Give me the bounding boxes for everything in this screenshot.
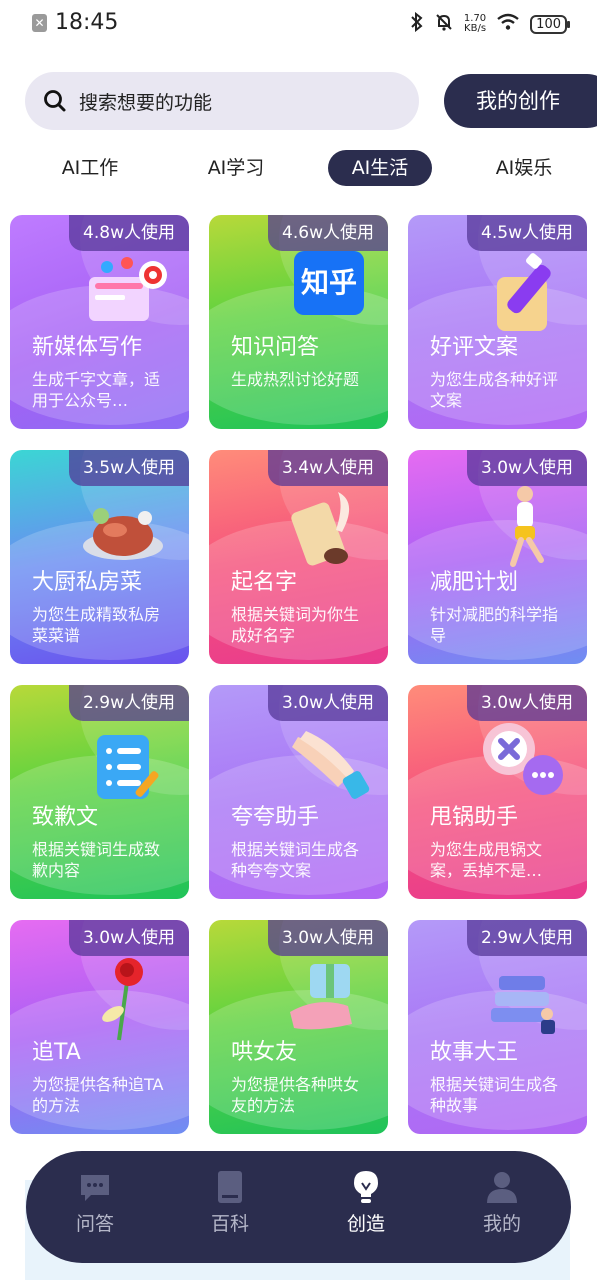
card-desc: 生成热烈讨论好题 (231, 370, 360, 389)
usage-badge: 3.0w人使用 (467, 450, 587, 486)
card-praise-assistant[interactable]: 3.0w人使用 夸夸助手 根据关键词生成各种夸夸文案 (209, 685, 388, 899)
card-desc: 为您生成各种好评文案 (430, 370, 559, 410)
nav-label: 创造 (346, 1213, 385, 1235)
tab-ai-work[interactable]: AI工作 (40, 150, 140, 186)
tab-ai-life[interactable]: AI生活 (328, 150, 432, 186)
usage-badge: 3.0w人使用 (268, 685, 388, 721)
card-desc: 根据关键词生成各种故事 (430, 1075, 559, 1115)
card-story-king[interactable]: 2.9w人使用 故事大王 根据关键词生成各种故事 (408, 920, 587, 1134)
usage-badge: 4.5w人使用 (467, 215, 587, 251)
card-desc: 生成千字文章，适用于公众号… (32, 370, 161, 410)
rose-icon (102, 958, 143, 1041)
wifi-icon (496, 13, 520, 35)
nav-label: 问答 (75, 1213, 114, 1235)
usage-badge: 3.0w人使用 (467, 685, 587, 721)
gift-hand-icon (290, 964, 352, 1030)
search-icon (44, 90, 66, 112)
roast-chicken-icon (83, 508, 163, 560)
status-bar: ✕ 18:45 1.70 KB/s 100 (0, 0, 597, 48)
usage-badge: 3.5w人使用 (69, 450, 189, 486)
card-title: 减肥计划 (430, 570, 519, 595)
battery-icon: 100 (530, 14, 570, 34)
nav-label: 百科 (210, 1213, 249, 1235)
card-desc: 根据关键词生成各种夸夸文案 (231, 840, 360, 880)
nav-item-mine[interactable]: 我的 (447, 1169, 557, 1236)
book-icon (218, 1171, 242, 1203)
card-desc: 根据关键词为你生成好名字 (231, 605, 360, 645)
usage-badge: 2.9w人使用 (69, 685, 189, 721)
tab-ai-study[interactable]: AI学习 (186, 150, 286, 186)
usage-badge: 3.0w人使用 (69, 920, 189, 956)
chat-bubble-x-icon (483, 723, 563, 795)
card-title: 起名字 (231, 570, 298, 595)
running-person-icon (510, 486, 544, 567)
nav-item-qa[interactable]: 问答 (40, 1169, 150, 1236)
card-title: 夸夸助手 (231, 805, 320, 830)
tab-ai-entertainment[interactable]: AI娱乐 (474, 150, 574, 186)
card-desc: 根据关键词生成致歉内容 (32, 840, 161, 880)
card-desc: 为您生成甩锅文案，丢掉不是… (430, 840, 543, 880)
card-chef-recipes[interactable]: 3.5w人使用 大厨私房菜 为您生成精致私房菜菜谱 (10, 450, 189, 664)
card-naming[interactable]: 3.4w人使用 起名字 根据关键词为你生成好名字 (209, 450, 388, 664)
card-good-review[interactable]: 4.5w人使用 好评文案 为您生成各种好评文案 (408, 215, 587, 429)
card-title: 好评文案 (430, 335, 519, 360)
search-placeholder: 搜索想要的功能 (79, 91, 213, 114)
lightbulb-icon (354, 1171, 378, 1203)
card-blame-shift[interactable]: 3.0w人使用 甩锅助手 为您生成甩锅文案，丢掉不是… (408, 685, 587, 899)
card-weight-loss[interactable]: 3.0w人使用 减肥计划 针对减肥的科学指导 (408, 450, 587, 664)
card-apology[interactable]: 2.9w人使用 致歉文 根据关键词生成致歉内容 (10, 685, 189, 899)
bottom-nav: 问答 百科 创造 我的 (26, 1151, 571, 1263)
my-creations-button[interactable]: 我的创作 (444, 74, 597, 128)
card-desc: 为您生成精致私房菜菜谱 (32, 605, 161, 645)
card-title: 致歉文 (32, 805, 99, 830)
bluetooth-icon (410, 11, 424, 36)
status-time: 18:45 (55, 10, 119, 35)
nav-item-create[interactable]: 创造 (311, 1169, 421, 1236)
card-title: 大厨私房菜 (32, 570, 143, 595)
usage-badge: 3.0w人使用 (268, 920, 388, 956)
card-desc: 针对减肥的科学指导 (430, 605, 559, 645)
usage-badge: 4.6w人使用 (268, 215, 388, 251)
usage-badge: 4.8w人使用 (69, 215, 189, 251)
card-pursue-ta[interactable]: 3.0w人使用 追TA 为您提供各种追TA的方法 (10, 920, 189, 1134)
network-speed: 1.70 KB/s (463, 13, 487, 34)
card-title: 追TA (32, 1040, 81, 1065)
card-title: 新媒体写作 (32, 335, 143, 360)
clapping-hands-icon (292, 731, 370, 799)
category-tabs: AI工作 AI学习 AI生活 AI娱乐 (0, 150, 597, 186)
pen-icon (497, 253, 551, 331)
card-title: 哄女友 (231, 1040, 298, 1065)
card-title: 知识问答 (231, 335, 320, 360)
zhihu-logo-icon: 知乎 (294, 251, 364, 315)
card-title: 甩锅助手 (430, 805, 519, 830)
books-reader-icon (491, 976, 555, 1034)
social-media-icon (89, 257, 167, 321)
card-desc: 为您提供各种哄女友的方法 (231, 1075, 360, 1115)
chat-icon (81, 1175, 109, 1201)
user-icon (487, 1172, 517, 1203)
card-desc: 为您提供各种追TA的方法 (32, 1075, 164, 1115)
nav-label: 我的 (482, 1213, 521, 1235)
usage-badge: 2.9w人使用 (467, 920, 587, 956)
search-input[interactable]: 搜索想要的功能 (25, 72, 419, 130)
card-new-media-writing[interactable]: 4.8w人使用 新媒体写作 生成千字文章，适用于公众号… (10, 215, 189, 429)
card-comfort-girlfriend[interactable]: 3.0w人使用 哄女友 为您提供各种哄女友的方法 (209, 920, 388, 1134)
mute-bell-icon (434, 12, 454, 36)
document-list-icon (97, 735, 159, 799)
scroll-quill-icon (291, 492, 350, 566)
card-title: 故事大王 (430, 1040, 519, 1065)
usage-badge: 3.4w人使用 (268, 450, 388, 486)
card-knowledge-qa[interactable]: 知乎 4.6w人使用 知识问答 生成热烈讨论好题 (209, 215, 388, 429)
notification-x-icon: ✕ (32, 13, 47, 32)
nav-item-encyclopedia[interactable]: 百科 (175, 1169, 285, 1236)
